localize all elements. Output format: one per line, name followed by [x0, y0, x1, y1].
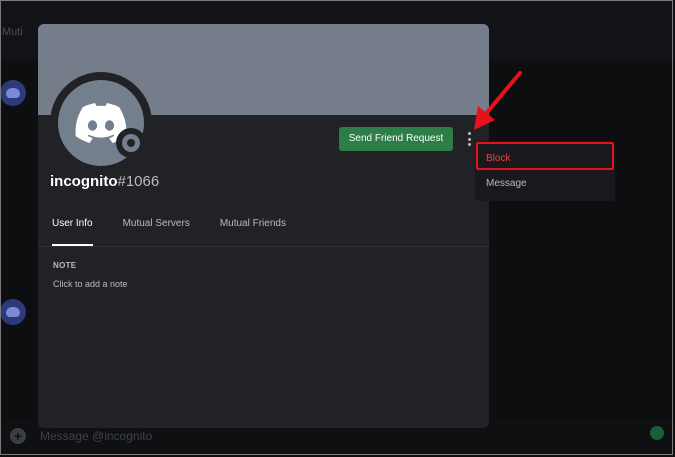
annotation-arrow-icon — [474, 71, 522, 130]
username-text: incognito — [50, 173, 118, 190]
plus-icon: + — [10, 428, 26, 444]
tab-mutual-friends[interactable]: Mutual Friends — [220, 218, 286, 246]
tab-user-info[interactable]: User Info — [52, 218, 93, 246]
background-label: Muti — [2, 26, 23, 38]
note-label: NOTE — [53, 261, 77, 270]
username-discriminator: #1066 — [117, 173, 160, 190]
profile-tabs: User Info Mutual Servers Mutual Friends — [52, 218, 316, 246]
note-input[interactable]: Click to add a note — [53, 279, 128, 289]
user-profile-modal: Send Friend Request incognito#1066 User … — [38, 24, 489, 428]
background-avatar — [0, 299, 26, 325]
menu-item-message[interactable]: Message — [486, 178, 527, 189]
annotation-highlight-box — [476, 142, 614, 170]
background-message-input: Message @incognito — [40, 429, 153, 443]
background-status-dot — [650, 426, 664, 440]
send-friend-request-button[interactable]: Send Friend Request — [339, 127, 453, 151]
background-avatar — [0, 80, 26, 106]
profile-username: incognito#1066 — [50, 173, 159, 190]
tabs-divider — [38, 246, 489, 247]
offline-status-icon — [116, 128, 146, 158]
tab-mutual-servers[interactable]: Mutual Servers — [123, 218, 190, 246]
